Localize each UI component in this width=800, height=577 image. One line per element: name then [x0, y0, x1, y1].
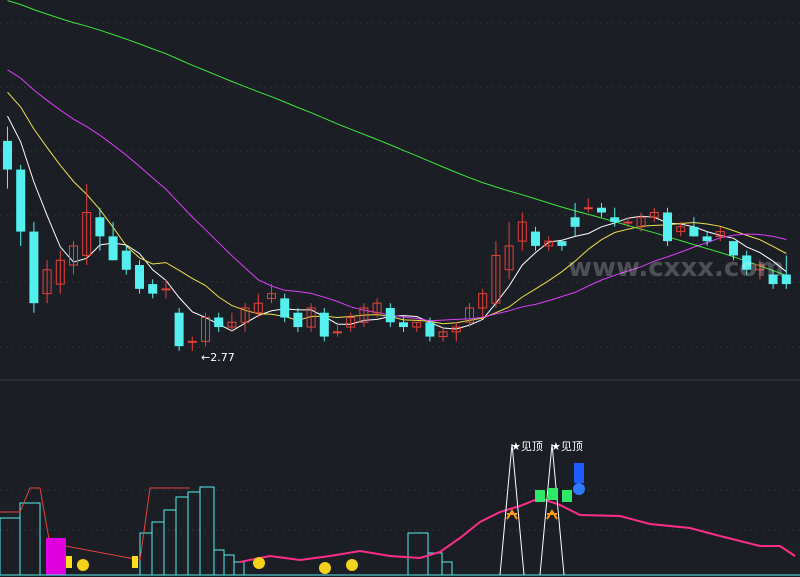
candle-body: [597, 207, 606, 213]
low-price-label: ←2.77: [201, 351, 235, 364]
candle-body: [135, 265, 144, 289]
smiley-icon: [346, 559, 358, 571]
candle-body: [610, 217, 620, 223]
signal-block: [132, 556, 138, 568]
top-signal-label-1: ★见顶: [511, 440, 543, 453]
candle-body: [95, 217, 105, 237]
candle-body: [161, 288, 171, 291]
signal-block: [46, 538, 66, 575]
smiley-icon: [319, 562, 331, 574]
candle-body: [663, 212, 672, 242]
smiley-icon: [253, 557, 265, 569]
candle-body: [280, 298, 290, 318]
candle-body: [557, 241, 567, 246]
candle-body: [689, 226, 699, 237]
candle-body: [570, 217, 580, 227]
candle-body: [16, 169, 26, 232]
candle-body: [293, 312, 303, 328]
candle-body: [385, 307, 395, 323]
candle-body: [174, 312, 184, 347]
candle-body: [399, 322, 408, 328]
candle-body: [3, 140, 12, 170]
sad-face-icon: [573, 483, 585, 495]
watermark-text: www.cxxx.com: [568, 253, 784, 283]
signal-block: [548, 488, 558, 500]
signal-block: [66, 556, 72, 568]
signal-block: [535, 490, 545, 502]
signal-block: [574, 463, 584, 483]
candle-body: [702, 236, 712, 242]
candle-body: [187, 340, 197, 343]
signal-block: [562, 490, 572, 502]
candle-body: [121, 250, 131, 270]
candle-body: [531, 231, 540, 246]
candle-body: [214, 317, 224, 328]
candle-body: [425, 322, 435, 337]
candle-body: [623, 221, 633, 224]
candle-body: [583, 207, 593, 210]
candle-body: [333, 331, 342, 334]
candle-body: [148, 284, 158, 294]
smiley-icon: [77, 559, 89, 571]
candle-body: [319, 312, 329, 337]
stock-chart[interactable]: www.cxxx.com ←2.77 ★见顶 ★见顶: [0, 0, 800, 577]
candle-body: [108, 236, 118, 261]
top-signal-label-2: ★见顶: [551, 440, 583, 453]
candle-body: [29, 231, 39, 304]
